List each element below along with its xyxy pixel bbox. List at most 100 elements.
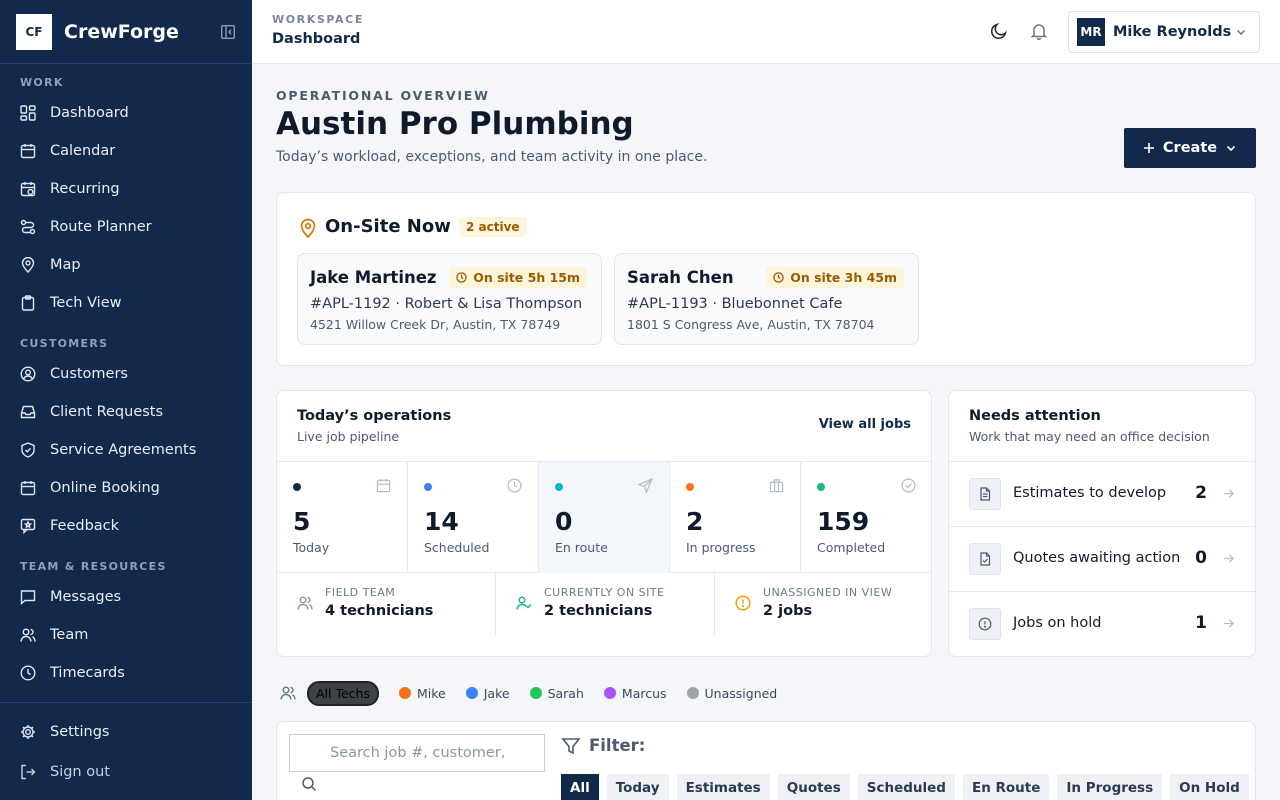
stat-today[interactable]: 5 Today xyxy=(277,462,408,573)
stat-en-route[interactable]: 0 En route xyxy=(539,462,670,573)
breadcrumb-page: Dashboard xyxy=(272,31,361,47)
chip-label: Marcus xyxy=(621,685,667,701)
jobs-card: Search job #, customer, Filter: All Toda… xyxy=(276,721,1256,800)
create-button[interactable]: Create xyxy=(1124,128,1256,168)
create-button-label: Create xyxy=(1162,140,1218,156)
filter-label: Filter: xyxy=(589,736,646,755)
logo: CF xyxy=(16,13,52,50)
sidebar-item-timecards[interactable]: Timecards xyxy=(0,654,252,692)
sidebar-item-feedback[interactable]: Feedback xyxy=(0,507,252,545)
filter-tab-quotes[interactable]: Quotes xyxy=(777,774,850,800)
chip-label: Mike xyxy=(416,685,446,701)
chip-unassigned[interactable]: Unassigned xyxy=(686,686,777,701)
needs-attention-card: Needs attention Work that may need an of… xyxy=(948,390,1256,657)
filter-tab-today[interactable]: Today xyxy=(606,774,669,800)
chip-tech-mike[interactable]: Mike xyxy=(398,685,446,701)
tech-job: #APL-1192 · Robert & Lisa Thompson xyxy=(310,296,583,312)
page-subtitle: Today’s workload, exceptions, and team a… xyxy=(276,149,708,165)
inbox-icon xyxy=(20,405,36,419)
attention-row-estimates[interactable]: Estimates to develop 2 xyxy=(949,461,1255,526)
tech-address: 4521 Willow Creek Dr, Austin, TX 78749 xyxy=(310,317,561,332)
on-site-tech-card[interactable]: Sarah Chen On site 3h 45m #APL-1193 · Bl… xyxy=(614,253,919,345)
sidebar-item-service-agreements[interactable]: Service Agreements xyxy=(0,431,252,469)
user-menu[interactable]: MR Mike Reynolds xyxy=(1068,11,1260,53)
team-icon xyxy=(20,628,36,642)
sidebar-item-recurring[interactable]: Recurring xyxy=(0,170,252,208)
stat-completed[interactable]: 159 Completed xyxy=(801,462,932,573)
stat-in-progress[interactable]: 2 In progress xyxy=(670,462,801,573)
stat-label: In progress xyxy=(686,540,756,555)
on-site-tech-card[interactable]: Jake Martinez On site 5h 15m #APL-1192 ·… xyxy=(297,253,602,345)
recurring-icon xyxy=(20,182,36,197)
notifications-button[interactable] xyxy=(1030,22,1050,42)
sidebar-item-map[interactable]: Map xyxy=(0,246,252,284)
on-site-duration-badge: On site 3h 45m xyxy=(766,267,904,288)
filter-tab-estimates[interactable]: Estimates xyxy=(676,774,770,800)
chip-tech-sarah[interactable]: Sarah xyxy=(529,686,584,701)
sign-out-icon xyxy=(21,764,36,780)
attention-row-on-hold[interactable]: Jobs on hold 1 xyxy=(949,591,1255,656)
sidebar-item-dashboard[interactable]: Dashboard xyxy=(0,94,252,132)
sidebar-item-team[interactable]: Team xyxy=(0,616,252,654)
sidebar-item-label: Feedback xyxy=(50,518,120,534)
summary-value: 2 jobs xyxy=(763,603,813,619)
check-circle-icon xyxy=(901,478,916,493)
send-icon xyxy=(638,478,653,493)
sidebar-item-sign-out[interactable]: Sign out xyxy=(0,753,252,791)
clock-icon xyxy=(773,272,784,283)
on-site-duration: On site 5h 15m xyxy=(473,270,580,285)
sidebar-item-label: Messages xyxy=(50,589,122,605)
attention-row-quotes[interactable]: Quotes awaiting action 0 xyxy=(949,526,1255,591)
tech-color-dot xyxy=(686,687,699,699)
sidebar-divider xyxy=(0,702,252,703)
tech-color-dot xyxy=(398,687,411,699)
summary-label: CURRENTLY ON SITE xyxy=(544,586,665,599)
sidebar-item-tech-view[interactable]: Tech View xyxy=(0,284,252,322)
chip-tech-jake[interactable]: Jake xyxy=(465,686,510,701)
filter-tab-all[interactable]: All xyxy=(561,774,599,800)
status-dot xyxy=(293,483,301,491)
sidebar-item-settings[interactable]: Settings xyxy=(0,713,252,751)
on-site-now-card: On-Site Now 2 active Jake Martinez On si… xyxy=(276,192,1256,366)
tech-color-dot xyxy=(529,687,542,699)
sidebar-item-client-requests[interactable]: Client Requests xyxy=(0,393,252,431)
sidebar-item-label: Dashboard xyxy=(50,105,129,121)
sidebar-item-customers[interactable]: Customers xyxy=(0,355,252,393)
sidebar-item-messages[interactable]: Messages xyxy=(0,578,252,616)
team-icon xyxy=(280,686,296,700)
chip-all-techs[interactable]: All Techs xyxy=(307,680,379,706)
sidebar-item-label: Settings xyxy=(50,724,110,740)
calendar-icon xyxy=(20,144,36,159)
filter-tab-on-hold[interactable]: On Hold xyxy=(1170,774,1249,800)
collapse-sidebar-icon[interactable] xyxy=(220,24,236,40)
document-check-icon xyxy=(969,543,1001,575)
stat-label: Scheduled xyxy=(424,540,490,555)
map-pin-icon xyxy=(300,218,316,238)
chip-tech-marcus[interactable]: Marcus xyxy=(603,685,667,701)
user-circle-icon xyxy=(20,366,36,382)
tech-color-dot xyxy=(465,687,478,699)
filter-tab-en-route[interactable]: En Route xyxy=(962,774,1050,800)
gear-icon xyxy=(21,725,35,739)
search-input[interactable]: Search job #, customer, xyxy=(289,734,545,772)
chevron-down-icon xyxy=(1236,29,1246,36)
stat-label: Today xyxy=(293,540,330,555)
view-all-jobs-link[interactable]: View all jobs xyxy=(819,417,911,432)
sidebar-item-label: Customers xyxy=(50,366,128,382)
section-title-team: TEAM & RESOURCES xyxy=(20,560,167,573)
filter-tab-scheduled[interactable]: Scheduled xyxy=(857,774,955,800)
sidebar-item-online-booking[interactable]: Online Booking xyxy=(0,469,252,507)
stat-scheduled[interactable]: 14 Scheduled xyxy=(408,462,539,573)
stat-value: 2 xyxy=(686,507,704,536)
status-dot xyxy=(424,483,432,491)
attention-count: 0 xyxy=(1195,548,1207,568)
sidebar-item-calendar[interactable]: Calendar xyxy=(0,132,252,170)
unassigned-summary: UNASSIGNED IN VIEW 2 jobs xyxy=(715,573,933,655)
sidebar-item-label: Sign out xyxy=(50,764,110,780)
sidebar-item-route-planner[interactable]: Route Planner xyxy=(0,208,252,246)
dark-mode-toggle[interactable] xyxy=(990,22,1010,42)
top-bar: WORKSPACE Dashboard MR Mike Reynolds xyxy=(252,0,1280,64)
filter-tab-in-progress[interactable]: In Progress xyxy=(1057,774,1163,800)
sidebar-item-label: Timecards xyxy=(50,665,125,681)
status-dot xyxy=(686,483,694,491)
